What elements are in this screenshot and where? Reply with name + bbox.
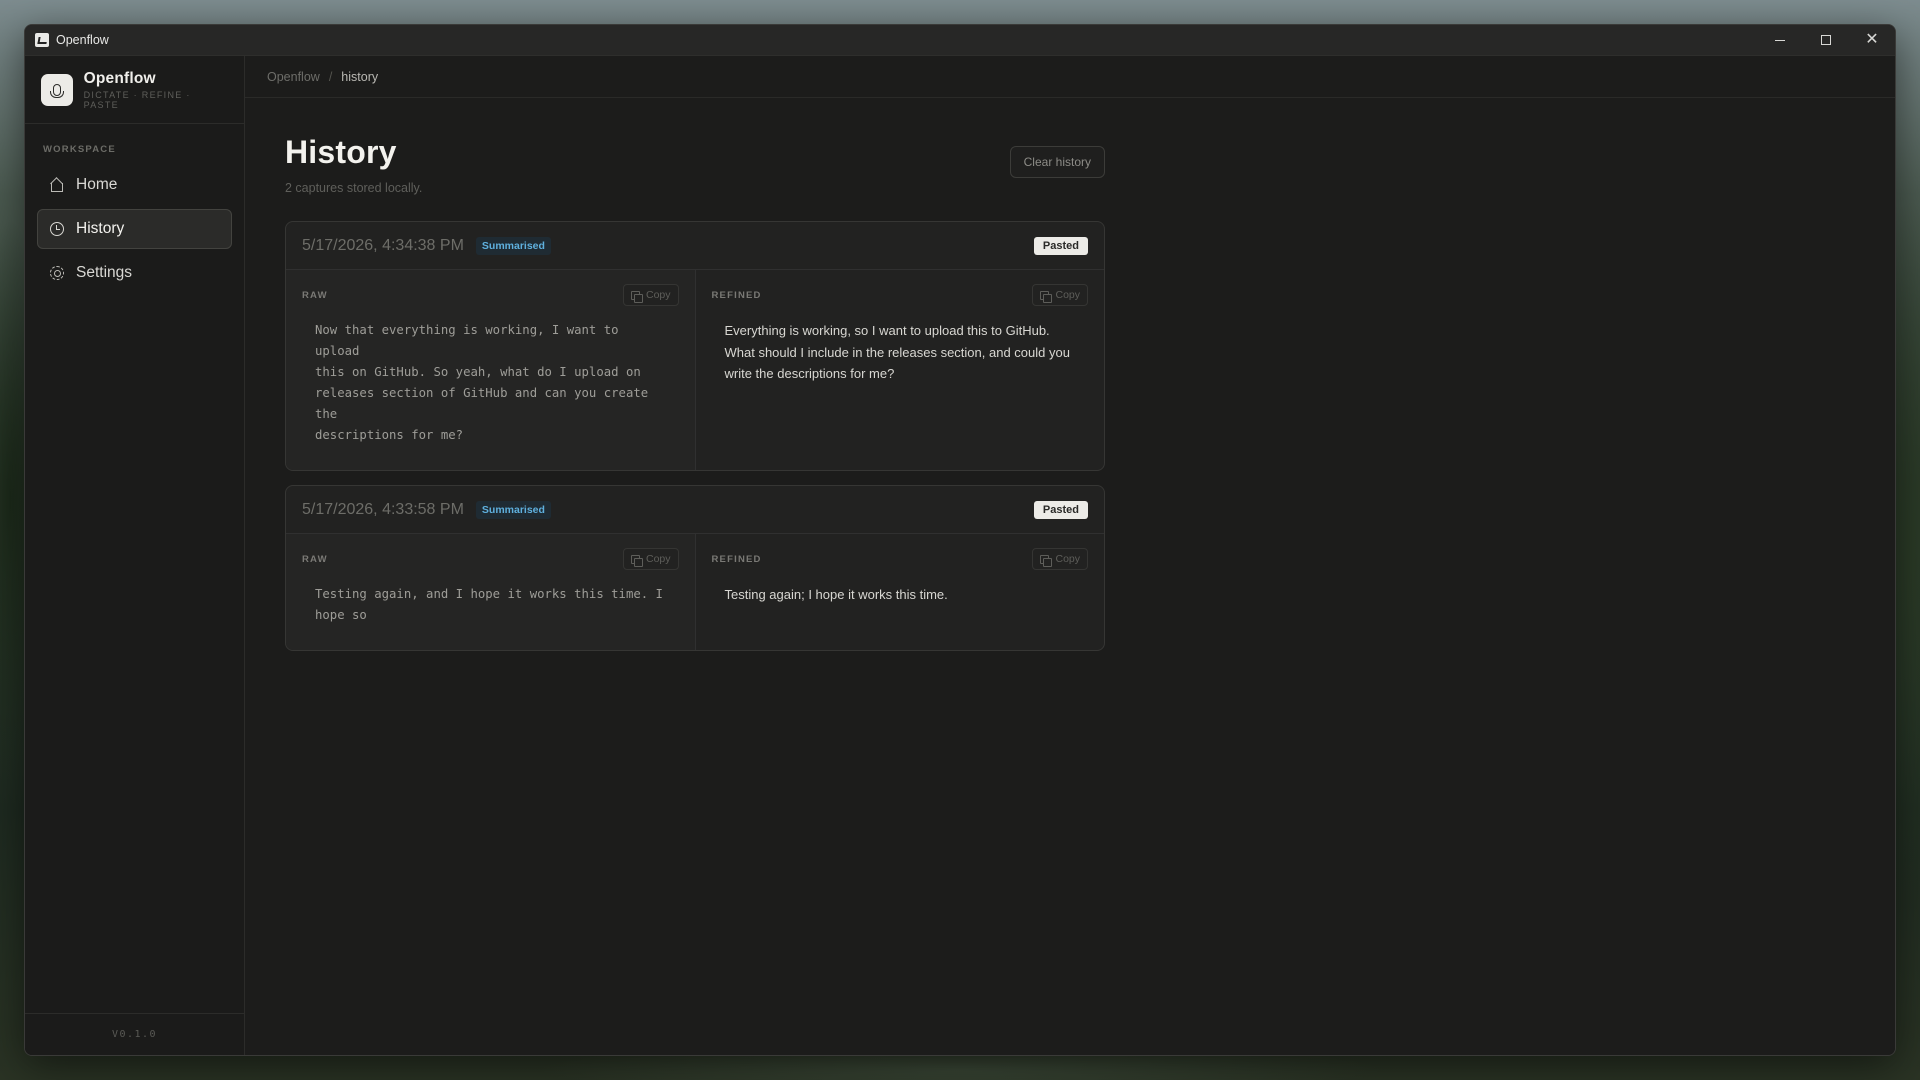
refined-label: REFINED [711,289,762,301]
sidebar-item-history[interactable]: History [37,209,232,249]
sidebar-item-label: Settings [76,264,133,281]
home-icon [50,178,64,192]
raw-text: Testing again, and I hope it works this … [315,587,663,622]
breadcrumb: Openflow / history [245,56,1895,98]
raw-text: Now that everything is working, I want t… [315,323,649,442]
app-logo-icon [35,33,49,47]
capture-header: 5/17/2026, 4:34:38 PM Summarised Pasted [286,222,1104,270]
raw-label: RAW [302,553,328,565]
page-subtitle: 2 captures stored locally. [285,181,423,195]
capture-header: 5/17/2026, 4:33:58 PM Summarised Pasted [286,486,1104,534]
raw-column: RAW Copy Testing again, and I hope it wo… [286,534,696,650]
refined-column: REFINED Copy Everything is working, so I… [696,270,1105,470]
history-content: History 2 captures stored locally. Clear… [245,98,1145,701]
copy-label: Copy [1055,289,1080,301]
title-bar[interactable]: Openflow ✕ [25,25,1895,56]
copy-raw-button[interactable]: Copy [622,284,679,306]
copy-icon [630,554,643,567]
page-title: History [285,134,397,170]
status-badge: Pasted [1033,236,1088,255]
window-title: Openflow [56,33,109,47]
maximize-button[interactable] [1803,25,1849,55]
copy-icon [1040,290,1053,303]
copy-label: Copy [1055,553,1080,565]
version-label: V0.1.0 [25,1013,244,1055]
microphone-icon [49,83,64,98]
brand-logo [41,73,73,106]
sidebar-item-home[interactable]: Home [37,165,232,205]
copy-refined-button[interactable]: Copy [1032,548,1088,570]
sidebar-item-settings[interactable]: Settings [37,253,232,293]
refined-text: Testing again; I hope it works this time… [724,587,948,602]
copy-icon [630,290,643,303]
copy-refined-button[interactable]: Copy [1032,284,1088,306]
breadcrumb-root[interactable]: Openflow [267,70,320,84]
window-controls: ✕ [1757,25,1895,55]
capture-card: 5/17/2026, 4:34:38 PM Summarised Pasted … [285,221,1105,471]
copy-label: Copy [645,553,671,565]
close-button[interactable]: ✕ [1849,25,1895,55]
gear-icon [50,266,64,280]
minimize-icon [1775,39,1785,41]
raw-column: RAW Copy Now that everything is working,… [286,270,696,470]
sidebar: Openflow DICTATE · REFINE · PASTE WORKSP… [25,56,245,1055]
maximize-icon [1821,35,1831,45]
close-icon: ✕ [1865,31,1879,48]
clock-icon [50,222,64,236]
brand-name: Openflow [83,69,156,87]
copy-raw-button[interactable]: Copy [622,548,679,570]
refined-label: REFINED [711,553,762,565]
nav-heading: WORKSPACE [43,144,116,155]
status-badge: Pasted [1033,500,1088,519]
sidebar-item-label: History [76,220,125,237]
capture-timestamp: 5/17/2026, 4:33:58 PM [302,500,464,518]
capture-card: 5/17/2026, 4:33:58 PM Summarised Pasted … [285,485,1105,651]
minimize-button[interactable] [1757,25,1803,55]
refined-text: Everything is working, so I want to uplo… [724,323,1070,381]
copy-icon [1040,554,1053,567]
nav-section: WORKSPACE Home History Settings [25,124,244,297]
brand-tagline: DICTATE · REFINE · PASTE [83,89,191,110]
sidebar-item-label: Home [76,176,118,193]
main-area: Openflow / history History 2 captures st… [245,56,1895,1055]
mode-badge: Summarised [475,236,551,255]
raw-label: RAW [302,289,328,301]
refined-column: REFINED Copy Testing again; I hope it wo… [696,534,1105,650]
copy-label: Copy [645,289,671,301]
breadcrumb-separator: / [328,69,333,84]
brand: Openflow DICTATE · REFINE · PASTE [25,56,244,124]
app-window: Openflow ✕ Openflow DICTATE · REFINE · P… [24,24,1896,1056]
clear-history-button[interactable]: Clear history [1009,146,1105,178]
capture-timestamp: 5/17/2026, 4:34:38 PM [302,236,464,254]
breadcrumb-current: history [341,69,379,84]
mode-badge: Summarised [475,500,551,519]
